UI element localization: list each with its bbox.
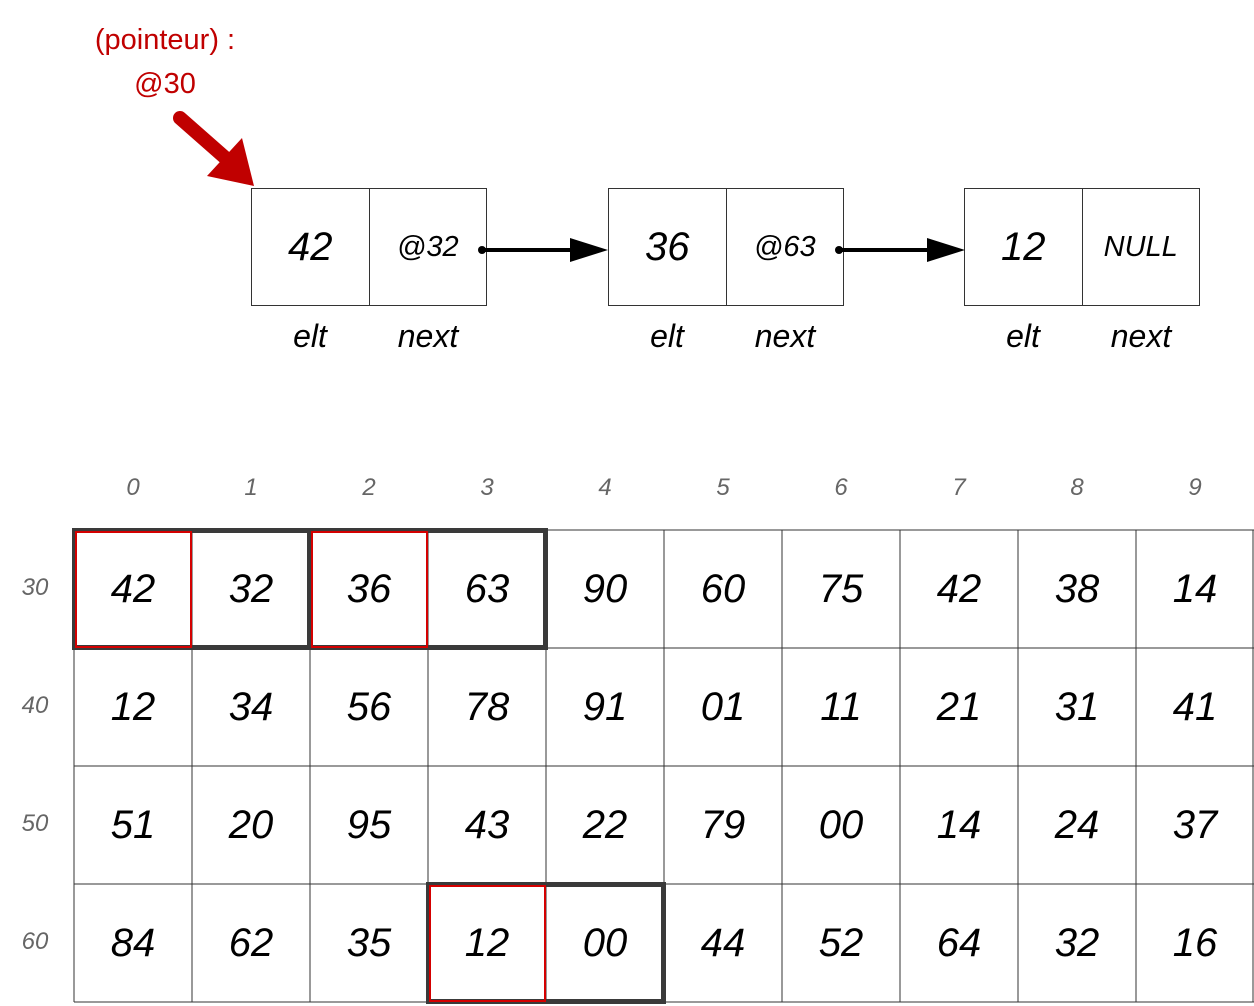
memory-cell: 95	[346, 802, 392, 847]
memory-cell: 75	[818, 566, 864, 611]
memory-cell: 32	[1054, 920, 1100, 965]
memory-cell: 20	[228, 802, 274, 847]
memory-cell: 62	[228, 920, 274, 965]
memory-cell: 51	[110, 802, 156, 847]
memory-cell: 36	[346, 566, 392, 611]
memory-cell: 64	[936, 920, 982, 965]
memory-cell: 90	[582, 566, 628, 611]
memory-cell: 22	[582, 802, 628, 847]
memory-cell: 12	[464, 920, 510, 965]
memory-cell: 41	[1172, 684, 1218, 729]
memory-cell: 01	[700, 684, 746, 729]
memory-cell: 14	[936, 802, 982, 847]
memory-cell: 42	[110, 566, 156, 611]
memory-cell: 84	[110, 920, 156, 965]
memory-cell: 21	[936, 684, 982, 729]
memory-cell: 16	[1172, 920, 1218, 965]
memory-cell: 34	[228, 684, 274, 729]
memory-cell: 37	[1172, 802, 1218, 847]
memory-cell: 32	[228, 566, 274, 611]
memory-cell: 63	[464, 566, 510, 611]
memory-cell: 00	[818, 802, 864, 847]
memory-cell: 52	[818, 920, 864, 965]
memory-cell: 31	[1054, 684, 1100, 729]
memory-cell: 43	[464, 802, 510, 847]
memory-cell: 91	[582, 684, 628, 729]
memory-cell: 60	[700, 566, 746, 611]
memory-cell: 35	[346, 920, 392, 965]
memory-cell: 11	[820, 684, 862, 729]
memory-cell: 44	[700, 920, 746, 965]
memory-cell: 78	[464, 684, 510, 729]
memory-cell: 14	[1172, 566, 1218, 611]
memory-cell: 79	[700, 802, 746, 847]
memory-cell: 12	[110, 684, 156, 729]
memory-cell: 42	[936, 566, 982, 611]
memory-cell: 38	[1054, 566, 1100, 611]
memory-cell: 00	[582, 920, 628, 965]
memory-cell: 56	[346, 684, 392, 729]
memory-cell: 24	[1054, 802, 1100, 847]
